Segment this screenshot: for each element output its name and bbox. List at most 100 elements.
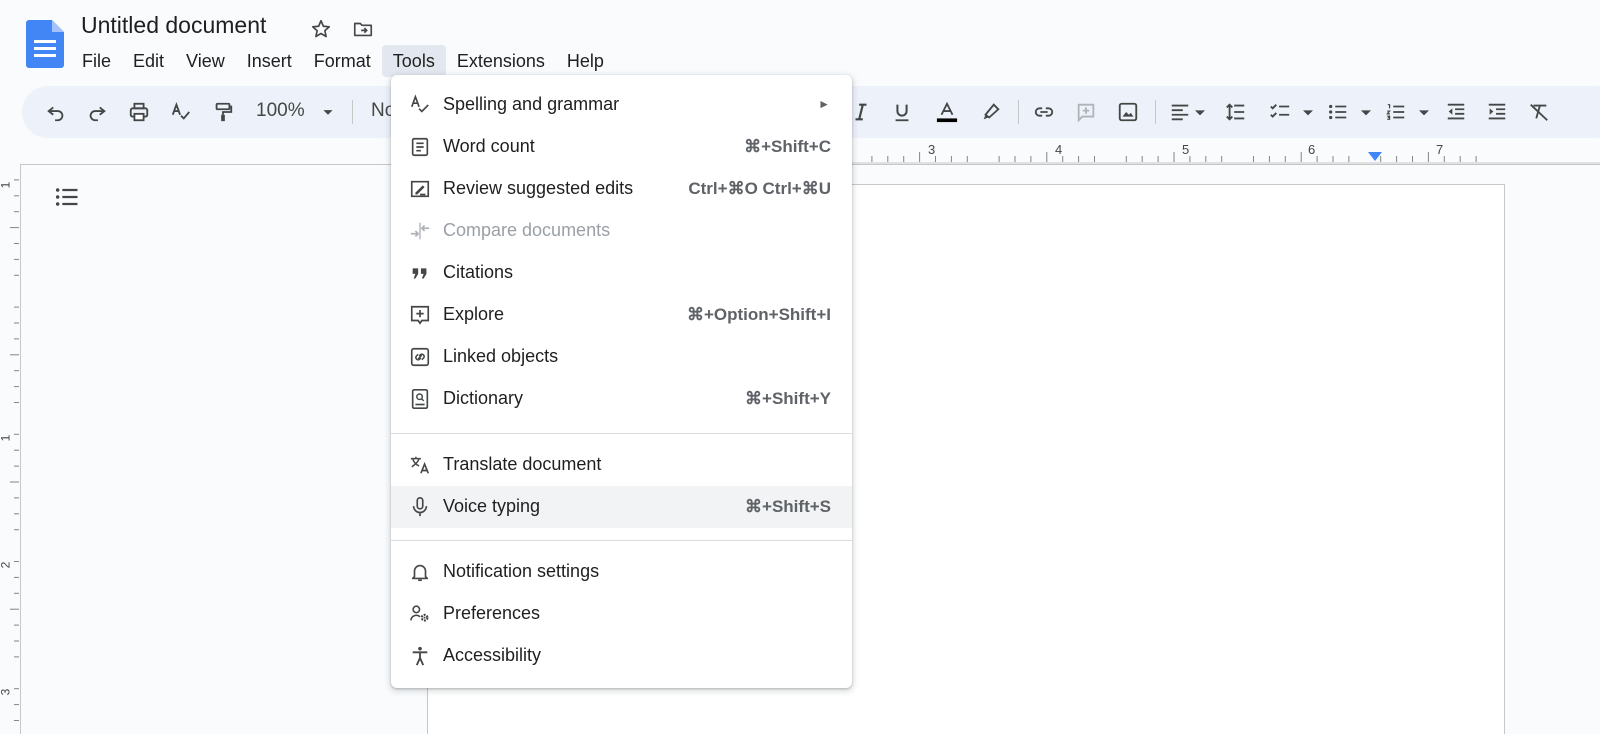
explore-icon — [408, 303, 432, 327]
menu-item-label: Voice typing — [443, 496, 541, 516]
underline-icon[interactable] — [888, 98, 916, 126]
line-spacing-icon[interactable] — [1222, 98, 1250, 126]
keyboard-shortcut: ⌘+Shift+C — [744, 137, 831, 156]
microphone-icon — [408, 495, 432, 519]
keyboard-shortcut: Ctrl+⌘O Ctrl+⌘U — [688, 179, 831, 198]
toolbar-divider — [1155, 100, 1156, 124]
toolbar-divider — [352, 100, 353, 124]
ruler-number: 6 — [1308, 142, 1316, 157]
keyboard-shortcut: ⌘+Shift+S — [745, 497, 831, 516]
menu-divider — [391, 433, 852, 434]
menu-item-preferences[interactable]: Preferences — [391, 593, 852, 635]
ruler-number: 5 — [1182, 142, 1190, 157]
spellcheck-icon[interactable] — [167, 98, 195, 126]
menu-insert[interactable]: Insert — [236, 45, 303, 77]
increase-indent-icon[interactable] — [1483, 98, 1511, 126]
preferences-icon — [408, 602, 432, 626]
menu-item-label: Translate document — [443, 454, 602, 474]
keyboard-shortcut: ⌘+Shift+Y — [745, 389, 831, 408]
ruler-number: 7 — [1436, 142, 1444, 157]
menu-item-voice-typing[interactable]: Voice typing ⌘+Shift+S — [391, 486, 852, 528]
clear-formatting-icon[interactable] — [1525, 98, 1553, 126]
menu-view[interactable]: View — [175, 45, 236, 77]
menu-item-review-suggested-edits[interactable]: Review suggested edits Ctrl+⌘O Ctrl+⌘U — [391, 168, 852, 210]
keyboard-shortcut: ⌘+Option+Shift+I — [686, 305, 831, 324]
menu-item-linked-objects[interactable]: Linked objects — [391, 336, 852, 378]
menu-item-dictionary[interactable]: Dictionary ⌘+Shift+Y — [391, 378, 852, 420]
menu-item-label: Word count — [443, 136, 535, 156]
menu-item-label: Spelling and grammar — [443, 94, 620, 114]
menu-item-spelling-grammar[interactable]: Spelling and grammar ► — [391, 84, 852, 126]
numbered-list-dropdown-icon[interactable] — [1414, 98, 1434, 126]
menu-item-citations[interactable]: Citations — [391, 252, 852, 294]
menu-file[interactable]: File — [71, 45, 122, 77]
google-docs-logo-icon[interactable] — [26, 20, 64, 68]
redo-icon[interactable] — [83, 98, 111, 126]
numbered-list-icon[interactable] — [1382, 98, 1410, 126]
zoom-select[interactable]: 100% — [256, 100, 305, 122]
menu-format[interactable]: Format — [303, 45, 382, 77]
menu-item-notification-settings[interactable]: Notification settings — [391, 551, 852, 593]
highlight-icon[interactable] — [977, 98, 1005, 126]
compare-icon — [408, 219, 432, 243]
ruler-number: 4 — [1055, 142, 1063, 157]
undo-icon[interactable] — [42, 98, 70, 126]
bulleted-list-icon[interactable] — [1324, 98, 1352, 126]
menu-item-label: Compare documents — [443, 220, 611, 240]
menu-help[interactable]: Help — [556, 45, 615, 77]
menu-item-label: Notification settings — [443, 561, 600, 581]
menu-item-word-count[interactable]: Word count ⌘+Shift+C — [391, 126, 852, 168]
menu-item-label: Preferences — [443, 603, 541, 623]
menu-item-label: Review suggested edits — [443, 178, 634, 198]
menu-item-label: Dictionary — [443, 388, 524, 408]
vruler-number: 3 — [0, 689, 12, 696]
word-count-icon — [408, 135, 432, 159]
star-icon[interactable] — [308, 16, 334, 42]
menu-divider — [391, 540, 852, 541]
review-edits-icon — [408, 177, 432, 201]
checklist-icon[interactable] — [1266, 98, 1294, 126]
move-folder-icon[interactable] — [350, 16, 376, 42]
menu-extensions[interactable]: Extensions — [446, 45, 556, 77]
document-outline-icon[interactable] — [53, 183, 81, 211]
insert-image-icon[interactable] — [1114, 98, 1142, 126]
paint-format-icon[interactable] — [209, 98, 237, 126]
menu-item-label: Accessibility — [443, 645, 542, 665]
zoom-dropdown-icon[interactable] — [314, 98, 342, 126]
print-icon[interactable] — [125, 98, 153, 126]
vruler-number: 1 — [0, 182, 12, 189]
ruler-number: 3 — [928, 142, 936, 157]
menu-bar: File Edit View Insert Format Tools Exten… — [71, 45, 615, 77]
translate-icon — [408, 453, 432, 477]
checklist-dropdown-icon[interactable] — [1298, 98, 1318, 126]
menu-tools[interactable]: Tools — [381, 45, 446, 77]
menu-item-label: Linked objects — [443, 346, 559, 366]
align-dropdown-icon[interactable] — [1190, 98, 1210, 126]
citations-icon — [408, 261, 432, 285]
document-title[interactable]: Untitled document — [81, 12, 266, 39]
bell-icon — [408, 560, 432, 584]
menu-item-label: Citations — [443, 262, 514, 282]
vruler-number: 2 — [0, 562, 12, 569]
accessibility-icon — [408, 644, 432, 668]
decrease-indent-icon[interactable] — [1442, 98, 1470, 126]
submenu-arrow-icon: ► — [818, 97, 830, 111]
right-indent-marker[interactable] — [1368, 152, 1382, 161]
link-icon[interactable] — [1030, 98, 1058, 126]
vertical-ruler[interactable] — [0, 164, 20, 734]
add-comment-icon[interactable] — [1072, 98, 1100, 126]
toolbar-divider — [1018, 100, 1019, 124]
menu-item-label: Explore — [443, 304, 505, 324]
menu-item-explore[interactable]: Explore ⌘+Option+Shift+I — [391, 294, 852, 336]
dictionary-icon — [408, 387, 432, 411]
vruler-number: 1 — [0, 435, 12, 442]
menu-item-accessibility[interactable]: Accessibility — [391, 635, 852, 677]
linked-objects-icon — [408, 345, 432, 369]
menu-item-compare-documents[interactable]: Compare documents — [391, 210, 852, 252]
text-color-icon[interactable] — [932, 98, 962, 126]
bulleted-list-dropdown-icon[interactable] — [1356, 98, 1376, 126]
paragraph-style-select[interactable]: Normal text — [371, 100, 393, 122]
menu-edit[interactable]: Edit — [122, 45, 175, 77]
menu-item-translate-document[interactable]: Translate document — [391, 444, 852, 486]
spellcheck-icon — [408, 93, 432, 117]
